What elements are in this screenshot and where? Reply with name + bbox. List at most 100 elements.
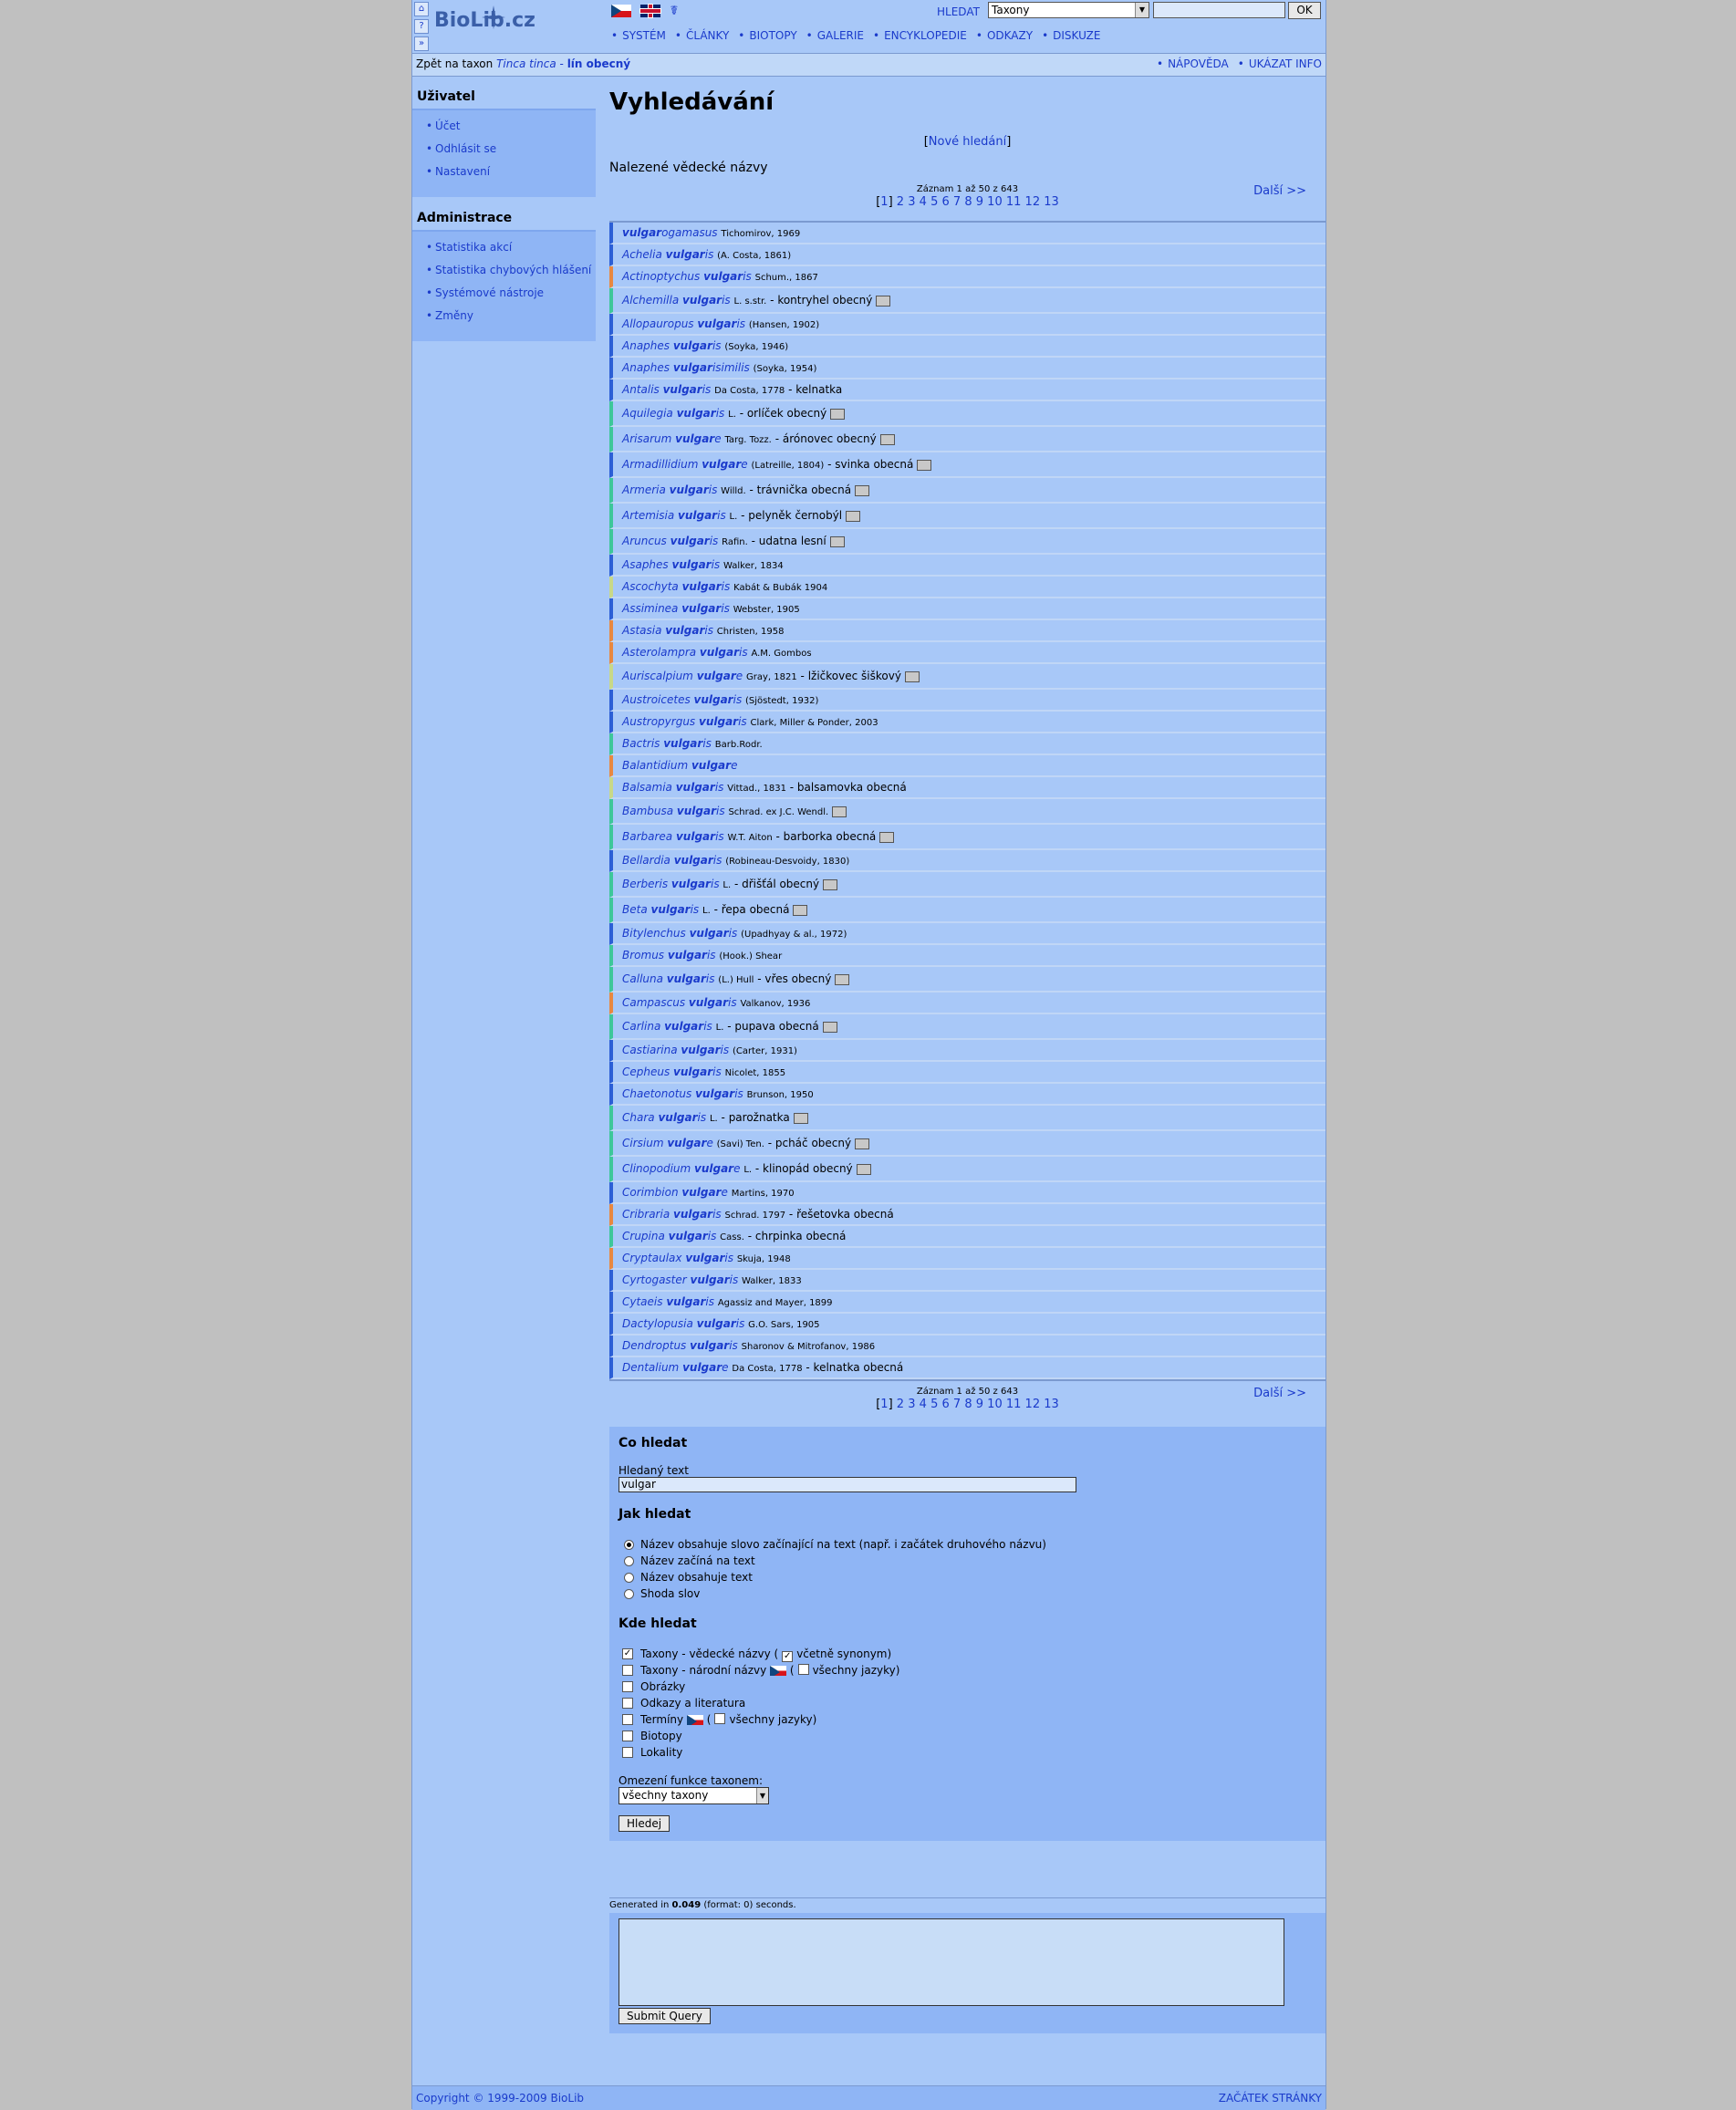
nav-item-system[interactable]: SYSTÉM	[611, 29, 666, 42]
sidebar-link[interactable]: Systémové nástroje	[435, 286, 544, 299]
result-taxon-link[interactable]: Armadillidium vulgare	[622, 458, 748, 471]
result-taxon-link[interactable]: Chaetonotus vulgaris	[622, 1087, 743, 1100]
result-taxon-link[interactable]: Carlina vulgaris	[622, 1020, 712, 1033]
result-taxon-link[interactable]: Campascus vulgaris	[622, 996, 737, 1009]
result-taxon-link[interactable]: Assiminea vulgaris	[622, 602, 730, 615]
copyright-link[interactable]: Copyright © 1999-2009 BioLib	[416, 2086, 584, 2110]
checkbox-checked-icon[interactable]: ✓	[622, 1648, 633, 1659]
sidebar-item-settings[interactable]: Nastavení	[426, 165, 596, 178]
pager-page-link[interactable]: 12	[1025, 1398, 1041, 1411]
result-taxon-link[interactable]: Ascochyta vulgaris	[622, 580, 730, 593]
result-taxon-link[interactable]: Corimbion vulgare	[622, 1186, 728, 1199]
photo-icon[interactable]	[835, 973, 850, 985]
arrow-icon[interactable]: »	[414, 36, 429, 51]
pager-page-link[interactable]: 11	[1006, 1398, 1022, 1411]
nav-link[interactable]: DISKUZE	[1053, 29, 1100, 42]
pager-page-link[interactable]: 10	[987, 195, 1003, 209]
nav-item-diskuze[interactable]: DISKUZE	[1042, 29, 1100, 42]
result-taxon-link[interactable]: vulgarogamasus	[622, 226, 718, 239]
result-taxon-link[interactable]: Austroicetes vulgaris	[622, 693, 742, 706]
pager-page-link[interactable]: 13	[1044, 195, 1059, 209]
result-taxon-link[interactable]: Dendroptus vulgaris	[622, 1339, 738, 1352]
photo-icon[interactable]	[793, 904, 808, 916]
checkbox-icon[interactable]	[622, 1698, 633, 1709]
result-taxon-link[interactable]: Bambusa vulgaris	[622, 805, 725, 817]
result-taxon-link[interactable]: Achelia vulgaris	[622, 248, 713, 261]
nav-link[interactable]: ČLÁNKY	[686, 29, 729, 42]
pager-page-link[interactable]: 11	[1006, 195, 1022, 209]
pager-page-link[interactable]: 7	[953, 195, 961, 209]
how-option[interactable]: Název obsahuje text	[619, 1569, 1316, 1585]
sidebar-link[interactable]: Nastavení	[435, 165, 490, 178]
pager-page-link[interactable]: 7	[953, 1398, 961, 1411]
how-option[interactable]: Název začíná na text	[619, 1553, 1316, 1569]
logo[interactable]: BioLib.cz	[434, 4, 571, 46]
where-biotops[interactable]: Biotopy	[619, 1728, 1316, 1744]
submit-query-button[interactable]: Submit Query	[619, 2008, 711, 2024]
result-taxon-link[interactable]: Anaphes vulgaris	[622, 339, 722, 352]
checkbox-icon[interactable]	[622, 1731, 633, 1741]
pager-page-link[interactable]: 5	[930, 1398, 938, 1411]
pager-page-link[interactable]: 9	[976, 1398, 983, 1411]
photo-icon[interactable]	[823, 878, 838, 890]
result-taxon-link[interactable]: Alchemilla vulgaris	[622, 294, 731, 307]
sidebar-item-changes[interactable]: Změny	[426, 309, 596, 322]
result-taxon-link[interactable]: Chara vulgaris	[622, 1111, 706, 1124]
result-taxon-link[interactable]: Cryptaulax vulgaris	[622, 1252, 733, 1264]
result-taxon-link[interactable]: Austropyrgus vulgaris	[622, 715, 747, 728]
radio-icon[interactable]	[624, 1573, 634, 1583]
result-taxon-link[interactable]: Castiarina vulgaris	[622, 1044, 729, 1056]
checkbox-icon[interactable]	[714, 1713, 726, 1724]
nav-link[interactable]: SYSTÉM	[622, 29, 666, 42]
photo-icon[interactable]	[904, 670, 920, 682]
result-taxon-link[interactable]: Cytaeis vulgaris	[622, 1295, 714, 1308]
search-type-select[interactable]: Taxony ▼	[988, 2, 1149, 18]
pager-page-link[interactable]: 13	[1044, 1398, 1059, 1411]
czech-flag-icon[interactable]	[611, 4, 631, 17]
result-taxon-link[interactable]: Cirsium vulgare	[622, 1137, 713, 1149]
search-input[interactable]	[1153, 2, 1285, 18]
taxon-limit-select[interactable]: všechny taxony ▼	[619, 1787, 769, 1804]
nav-link[interactable]: ENCYKLOPEDIE	[884, 29, 967, 42]
where-links[interactable]: Odkazy a literatura	[619, 1695, 1316, 1711]
where-terms[interactable]: Termíny (všechny jazyky)	[619, 1711, 1316, 1728]
result-taxon-link[interactable]: Artemisia vulgaris	[622, 509, 726, 522]
result-taxon-link[interactable]: Dentalium vulgare	[622, 1361, 729, 1374]
sidebar-item-system-tools[interactable]: Systémové nástroje	[426, 286, 596, 299]
sidebar-link[interactable]: Statistika akcí	[435, 241, 512, 254]
pager-page-link[interactable]: 2	[897, 195, 904, 209]
result-taxon-link[interactable]: Cribraria vulgaris	[622, 1208, 722, 1221]
photo-icon[interactable]	[822, 1021, 837, 1033]
pager-page-link[interactable]: 2	[897, 1398, 904, 1411]
result-taxon-link[interactable]: Clinopodium vulgare	[622, 1162, 741, 1175]
radio-icon[interactable]	[624, 1589, 634, 1599]
where-sci[interactable]: ✓ Taxony - vědecké názvy (✓ včetně synonym…	[619, 1646, 1316, 1662]
pager-page-link[interactable]: 4	[920, 195, 927, 209]
photo-icon[interactable]	[830, 408, 846, 420]
checkbox-icon[interactable]	[622, 1681, 633, 1692]
photo-icon[interactable]	[855, 484, 870, 496]
nav-link[interactable]: BIOTOPY	[749, 29, 796, 42]
search-ok-button[interactable]: OK	[1288, 2, 1321, 19]
result-taxon-link[interactable]: Cepheus vulgaris	[622, 1065, 722, 1078]
pager-page-link[interactable]: 6	[941, 1398, 949, 1411]
pager-next-link[interactable]: Další >>	[1253, 184, 1306, 198]
result-taxon-link[interactable]: Aquilegia vulgaris	[622, 407, 724, 420]
photo-icon[interactable]	[855, 1138, 870, 1149]
photo-icon[interactable]	[879, 433, 895, 445]
checkbox-checked-icon[interactable]: ✓	[782, 1651, 794, 1662]
where-img[interactable]: Obrázky	[619, 1679, 1316, 1695]
back-taxon-link[interactable]: Tinca tinca - lín obecný	[496, 57, 630, 70]
comment-textarea[interactable]	[619, 1918, 1284, 2006]
pager-page-link[interactable]: 6	[941, 195, 949, 209]
help-icon[interactable]: ?	[414, 19, 429, 34]
radio-icon[interactable]	[624, 1556, 634, 1566]
result-taxon-link[interactable]: Astasia vulgaris	[622, 624, 713, 637]
pager-page-link[interactable]: 9	[976, 195, 983, 209]
photo-icon[interactable]	[793, 1112, 808, 1124]
result-taxon-link[interactable]: Dactylopusia vulgaris	[622, 1317, 744, 1330]
photo-icon[interactable]	[832, 806, 847, 817]
pager-page-link[interactable]: 8	[964, 1398, 972, 1411]
result-taxon-link[interactable]: Asterolampra vulgaris	[622, 646, 748, 659]
result-taxon-link[interactable]: Asaphes vulgaris	[622, 558, 720, 571]
